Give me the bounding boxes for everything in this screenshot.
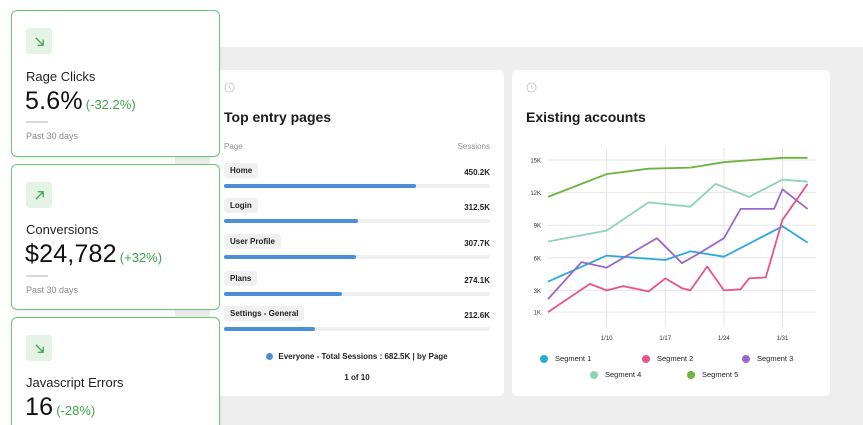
arrow-down-right-icon [26, 335, 52, 361]
pagination[interactable]: 1 of 10 [210, 373, 504, 382]
table-row[interactable]: Home 450.2K [224, 163, 490, 189]
panel-title: Top entry pages [224, 109, 332, 125]
legend-item[interactable]: Segment 2 [642, 354, 693, 363]
kpi-value-row: 16 (-28%) [25, 393, 95, 422]
table-row[interactable]: Login 312.5K [224, 198, 490, 224]
x-tick-label: 1/24 [718, 336, 730, 342]
y-tick-label: 3K [534, 289, 541, 295]
sessions-value: 212.6K [464, 311, 490, 320]
sessions-bar [224, 184, 416, 188]
legend-label: Segment 5 [702, 370, 739, 379]
sessions-bar [224, 219, 359, 223]
clock-icon [224, 82, 235, 93]
kpi-value-row: 5.6% (-32.2%) [25, 87, 136, 116]
series-line-2 [547, 183, 809, 313]
divider [26, 275, 48, 277]
y-tick-label: 9K [534, 224, 541, 230]
series-line-5 [547, 156, 808, 198]
sessions-value: 450.2K [464, 168, 490, 177]
table-header: Page Sessions [224, 142, 490, 151]
kpi-change: (+32%) [119, 250, 163, 265]
legend-label: Segment 4 [605, 370, 642, 379]
dashboard: Top entry pages Page Sessions Home 450.2K… [0, 0, 863, 425]
legend-item[interactable]: Segment 5 [687, 370, 738, 379]
sessions-value: 274.1K [464, 276, 490, 285]
kpi-card-conversions[interactable]: Conversions $24,782 (+32%) Past 30 days [11, 164, 220, 310]
kpi-change: (-28%) [56, 403, 96, 418]
sessions-bar-track [224, 327, 490, 331]
sessions-bar [224, 292, 342, 296]
arrow-up-right-icon [26, 182, 52, 208]
legend-item[interactable]: Segment 3 [742, 354, 793, 363]
table-row[interactable]: Plans 274.1K [224, 271, 490, 297]
legend-swatch [742, 354, 750, 363]
y-tick-label: 12K [530, 191, 541, 197]
table-row[interactable]: User Profile 307.7K [224, 234, 490, 260]
legend-item[interactable]: Segment 4 [590, 370, 641, 379]
top-entry-pages-panel: Top entry pages Page Sessions Home 450.2K… [210, 70, 504, 396]
y-tick-label: 1K [534, 311, 541, 317]
table-row[interactable]: Settings - General 212.6K [224, 306, 490, 332]
kpi-title: Conversions [26, 222, 99, 237]
column-header-page[interactable]: Page [224, 142, 243, 151]
arrow-down-right-icon [26, 28, 52, 54]
kpi-value: 16 [25, 393, 54, 421]
kpi-title: Javascript Errors [26, 375, 124, 390]
x-tick-label: 1/10 [601, 336, 613, 342]
legend-item[interactable]: Segment 1 [540, 354, 591, 363]
sessions-value: 307.7K [464, 239, 490, 248]
kpi-card-rage-clicks[interactable]: Rage Clicks 5.6% (-32.2%) Past 30 days [11, 10, 220, 157]
legend-swatch [687, 370, 695, 379]
divider [26, 121, 48, 123]
kpi-period: Past 30 days [26, 285, 79, 295]
legend-label: Segment 2 [657, 354, 694, 363]
sessions-bar-track [224, 219, 490, 223]
y-tick-label: 6K [534, 256, 541, 262]
legend-swatch [540, 354, 548, 363]
kpi-change: (-32.2%) [85, 97, 136, 112]
kpi-value: 5.6% [25, 87, 83, 115]
kpi-period: Past 30 days [26, 131, 79, 141]
total-sessions-label: Everyone - Total Sessions : 682.5K | by … [278, 352, 448, 361]
page-name[interactable]: Login [224, 198, 258, 213]
sessions-bar [224, 327, 316, 331]
kpi-title: Rage Clicks [26, 69, 96, 84]
table-footer: Everyone - Total Sessions : 682.5K | by … [210, 352, 504, 361]
sessions-bar [224, 255, 357, 259]
kpi-value-row: $24,782 (+32%) [25, 240, 162, 269]
page-name[interactable]: User Profile [224, 234, 281, 249]
sessions-value: 312.5K [464, 203, 490, 212]
legend-label: Segment 1 [555, 354, 592, 363]
column-header-sessions[interactable]: Sessions [458, 142, 490, 151]
page-name[interactable]: Settings - General [224, 306, 305, 321]
legend-swatch [590, 370, 598, 379]
series-line-4 [547, 178, 808, 243]
legend-dot [266, 353, 274, 360]
legend-label: Segment 3 [757, 354, 794, 363]
sessions-bar-track [224, 292, 490, 296]
page-name[interactable]: Home [224, 163, 259, 178]
x-tick-label: 1/17 [659, 336, 671, 342]
line-chart: 15K 12K 9K 6K 3K 1K 1/10 1/17 1/24 1/31 [530, 148, 816, 342]
kpi-value: $24,782 [25, 240, 117, 268]
legend-swatch [642, 354, 650, 363]
y-tick-label: 15K [530, 159, 541, 165]
existing-accounts-panel: Existing accounts 15K 12K 9K 6K 3K 1K 1/10 1/17… [512, 70, 830, 396]
x-tick-label: 1/31 [777, 336, 789, 342]
sessions-bar-track [224, 184, 490, 188]
sessions-bar-track [224, 255, 490, 259]
page-name[interactable]: Plans [224, 271, 258, 286]
kpi-card-javascript-errors[interactable]: Javascript Errors 16 (-28%) [11, 317, 220, 425]
